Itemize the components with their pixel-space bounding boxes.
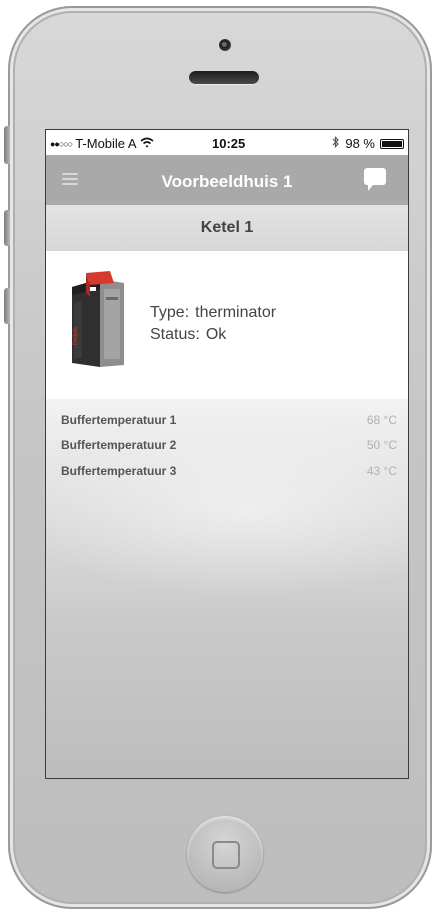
device-status: Status: Ok [150, 324, 276, 346]
bluetooth-icon [332, 136, 340, 151]
volume-down-button[interactable] [4, 288, 10, 324]
sensor-value: 68 °C [366, 413, 397, 427]
volume-up-button[interactable] [4, 210, 10, 246]
section-header: Ketel 1 [46, 205, 408, 251]
sensor-row[interactable]: Buffertemperatuur 2 50 °C [61, 438, 397, 454]
status-bar: ●●○○○ T-Mobile A 10:25 98 % [46, 130, 408, 155]
device-info-text: Type: therminator Status: Ok [150, 302, 276, 346]
carrier-label: T-Mobile A [75, 136, 137, 151]
device-type: Type: therminator [150, 302, 276, 324]
page-title: Voorbeeldhuis 1 [161, 172, 293, 191]
sensor-name: Buffertemperatuur 2 [61, 438, 177, 452]
status-label: Status: [150, 326, 200, 343]
status-left: ●●○○○ T-Mobile A [50, 136, 154, 151]
earpiece-speaker [189, 71, 259, 84]
type-label: Type: [150, 304, 190, 321]
sensor-list: Buffertemperatuur 1 68 °C Buffertemperat… [46, 399, 408, 778]
status-time: 10:25 [212, 136, 246, 151]
sensor-value: 50 °C [366, 438, 397, 452]
sensor-name: Buffertemperatuur 1 [61, 413, 177, 427]
home-button[interactable] [187, 816, 263, 892]
sensor-name: Buffertemperatuur 3 [61, 464, 177, 478]
home-square-icon [212, 841, 240, 869]
status-value: Ok [205, 326, 227, 343]
svg-text:Pellets: Pellets [73, 327, 79, 345]
chat-bubble-icon[interactable] [364, 168, 386, 191]
wifi-icon [140, 136, 154, 151]
screen: ●●○○○ T-Mobile A 10:25 98 % Voorbeeldhui… [45, 129, 409, 779]
battery-percentage: 98 % [345, 136, 375, 151]
mute-switch[interactable] [4, 126, 10, 164]
battery-fill [382, 140, 402, 147]
front-camera [219, 39, 231, 51]
nav-bar: Voorbeeldhuis 1 [46, 155, 408, 205]
battery-icon [380, 138, 404, 149]
sensor-row[interactable]: Buffertemperatuur 1 68 °C [61, 413, 397, 429]
sensor-row[interactable]: Buffertemperatuur 3 43 °C [61, 464, 397, 480]
type-value: therminator [195, 304, 277, 321]
status-right: 98 % [332, 136, 404, 151]
section-title: Ketel 1 [200, 219, 254, 236]
sensor-value: 43 °C [366, 464, 397, 478]
device-info-card: Pellets Type: therminator Status: Ok [46, 251, 408, 399]
pellet-boiler-image: Pellets [72, 271, 124, 367]
signal-strength: ●●○○○ [50, 138, 73, 149]
